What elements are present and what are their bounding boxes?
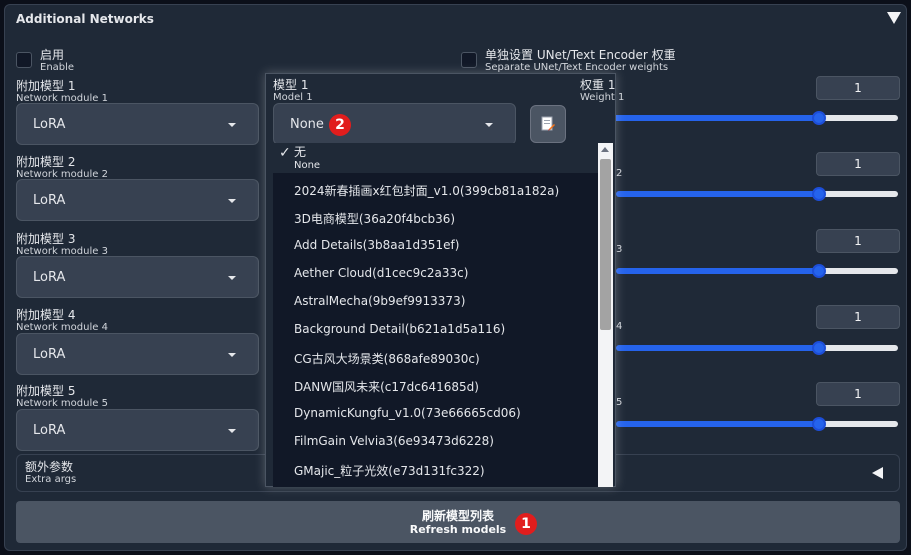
weight-slider-fill[interactable] — [616, 268, 819, 274]
enable-label-en: Enable — [40, 62, 75, 73]
refresh-label-en: Refresh models — [409, 522, 507, 536]
list-item[interactable]: AstralMecha(9b9ef9913373) — [294, 294, 465, 308]
weight-4-label-fragment: 4 — [616, 321, 623, 332]
model-1-label-en: Model 1 — [273, 92, 313, 103]
panel-title: Additional Networks — [16, 12, 154, 26]
weight-2-input[interactable]: 1 — [816, 152, 900, 176]
module-1-dropdown[interactable]: LoRA — [16, 103, 259, 145]
module-4-value: LoRA — [33, 346, 66, 362]
weight-4-input[interactable]: 1 — [816, 305, 900, 329]
module-1-label-zh: 附加模型 1 — [16, 79, 76, 93]
weight-slider-fill[interactable] — [616, 421, 819, 427]
module-4-label: 附加模型 4 Network module 4 — [16, 308, 108, 334]
weight-5-label-fragment: 5 — [616, 397, 623, 408]
weight-3-label-fragment: 3 — [616, 244, 623, 255]
list-item[interactable]: DynamicKungfu_v1.0(73e66665cd06) — [294, 406, 521, 420]
triangle-left-icon[interactable] — [872, 467, 883, 479]
module-3-label: 附加模型 3 Network module 3 — [16, 232, 108, 258]
weight-slider-fill[interactable] — [616, 191, 819, 197]
module-1-label: 附加模型 1 Network module 1 — [16, 79, 108, 105]
weight-slider-track[interactable] — [818, 191, 898, 197]
list-item[interactable]: DANW国风未来(c17dc641685d) — [294, 378, 479, 395]
weight-slider-thumb[interactable] — [811, 417, 826, 431]
extra-args-label-zh: 额外参数 — [25, 460, 74, 474]
weight-slider-track[interactable] — [818, 421, 898, 427]
list-item[interactable]: Add Details(3b8aa1d351ef) — [294, 238, 459, 252]
chevron-down-icon — [228, 123, 236, 127]
enable-checkbox[interactable] — [16, 52, 32, 68]
refresh-models-button[interactable]: 刷新模型列表 Refresh models — [16, 501, 900, 543]
separate-weights-checkbox-row[interactable]: 单独设置 UNet/Text Encoder 权重 Separate UNet/… — [461, 49, 676, 73]
weight-slider-track[interactable] — [818, 268, 898, 274]
edit-document-icon — [541, 116, 555, 131]
weight-slider-fill[interactable] — [616, 345, 819, 351]
weight-3-input[interactable]: 1 — [816, 229, 900, 253]
refresh-label-zh: 刷新模型列表 — [421, 508, 494, 523]
module-5-label-zh: 附加模型 5 — [16, 384, 76, 398]
list-item[interactable]: GMajic_粒子光效(e73d131fc322) — [294, 462, 485, 479]
checkmark-icon: ✓ — [279, 145, 291, 161]
list-scrollbar-thumb[interactable] — [600, 159, 611, 330]
collapse-triangle-icon[interactable] — [887, 12, 901, 24]
weight-1-label-zh: 权重 1 — [580, 78, 616, 92]
weight-5-input[interactable]: 1 — [816, 382, 900, 406]
list-item[interactable]: Background Detail(b621a1d5a116) — [294, 322, 505, 336]
weight-slider-thumb[interactable] — [811, 341, 826, 355]
module-5-value: LoRA — [33, 422, 66, 438]
model-1-label-zh: 模型 1 — [273, 78, 309, 92]
chevron-down-icon — [485, 123, 493, 127]
weight-slider-thumb[interactable] — [811, 111, 826, 125]
weight-1-label-en: Weight 1 — [580, 92, 625, 103]
step-badge-1: 1 — [515, 513, 537, 535]
module-5-label-en: Network module 5 — [16, 398, 108, 409]
edit-document-button[interactable] — [530, 105, 566, 143]
module-2-label-zh: 附加模型 2 — [16, 155, 76, 169]
weight-1-label: 权重 1 Weight 1 — [580, 78, 625, 104]
extra-args-label-en: Extra args — [25, 474, 77, 485]
separate-weights-label-en: Separate UNet/Text Encoder weights — [485, 62, 669, 73]
chevron-down-icon — [228, 353, 236, 357]
weight-1-input[interactable]: 1 — [816, 76, 900, 100]
module-2-dropdown[interactable]: LoRA — [16, 179, 259, 221]
list-item-selected[interactable]: ✓ 无 None — [273, 143, 598, 173]
weight-slider-track[interactable] — [818, 115, 898, 121]
module-1-value: LoRA — [33, 116, 66, 132]
module-5-label: 附加模型 5 Network module 5 — [16, 384, 108, 410]
enable-label-zh: 启用 — [40, 48, 65, 62]
step-badge-2: 2 — [329, 114, 351, 136]
chevron-down-icon — [228, 429, 236, 433]
list-item[interactable]: FilmGain Velvia3(6e93473d6228) — [294, 434, 494, 448]
model-1-value: None — [290, 116, 324, 132]
module-2-label: 附加模型 2 Network module 2 — [16, 155, 108, 181]
module-3-value: LoRA — [33, 269, 66, 285]
module-5-dropdown[interactable]: LoRA — [16, 409, 259, 451]
module-4-label-en: Network module 4 — [16, 322, 108, 333]
list-item[interactable]: 3D电商模型(36a20f4bcb36) — [294, 210, 455, 227]
enable-checkbox-row[interactable]: 启用 Enable — [16, 49, 74, 73]
module-3-label-zh: 附加模型 3 — [16, 232, 76, 246]
module-4-label-zh: 附加模型 4 — [16, 308, 76, 322]
module-2-value: LoRA — [33, 192, 66, 208]
model-dropdown-list: ✓ 无 None 2024新春插画x红包封面_v1.0(399cb81a182a… — [273, 143, 613, 487]
module-4-dropdown[interactable]: LoRA — [16, 333, 259, 375]
model-1-dropdown[interactable]: None — [273, 103, 516, 145]
model-1-label: 模型 1 Model 1 — [273, 78, 313, 104]
weight-slider-thumb[interactable] — [811, 187, 826, 201]
separate-weights-checkbox[interactable] — [461, 52, 477, 68]
list-item-none-en: None — [294, 160, 321, 171]
separate-weights-label-zh: 单独设置 UNet/Text Encoder 权重 — [485, 48, 676, 62]
module-3-dropdown[interactable]: LoRA — [16, 256, 259, 298]
chevron-down-icon — [228, 199, 236, 203]
list-item[interactable]: Aether Cloud(d1cec9c2a33c) — [294, 266, 468, 280]
weight-2-label-fragment: 2 — [616, 168, 623, 179]
weight-slider-thumb[interactable] — [811, 264, 826, 278]
weight-slider-track[interactable] — [818, 345, 898, 351]
scroll-up-arrow-icon[interactable] — [601, 147, 609, 152]
list-item[interactable]: CG古风大场景类(868afe89030c) — [294, 350, 480, 367]
list-item-none-zh: 无 — [294, 145, 307, 159]
list-item[interactable]: 2024新春插画x红包封面_v1.0(399cb81a182a) — [294, 182, 559, 199]
chevron-down-icon — [228, 276, 236, 280]
